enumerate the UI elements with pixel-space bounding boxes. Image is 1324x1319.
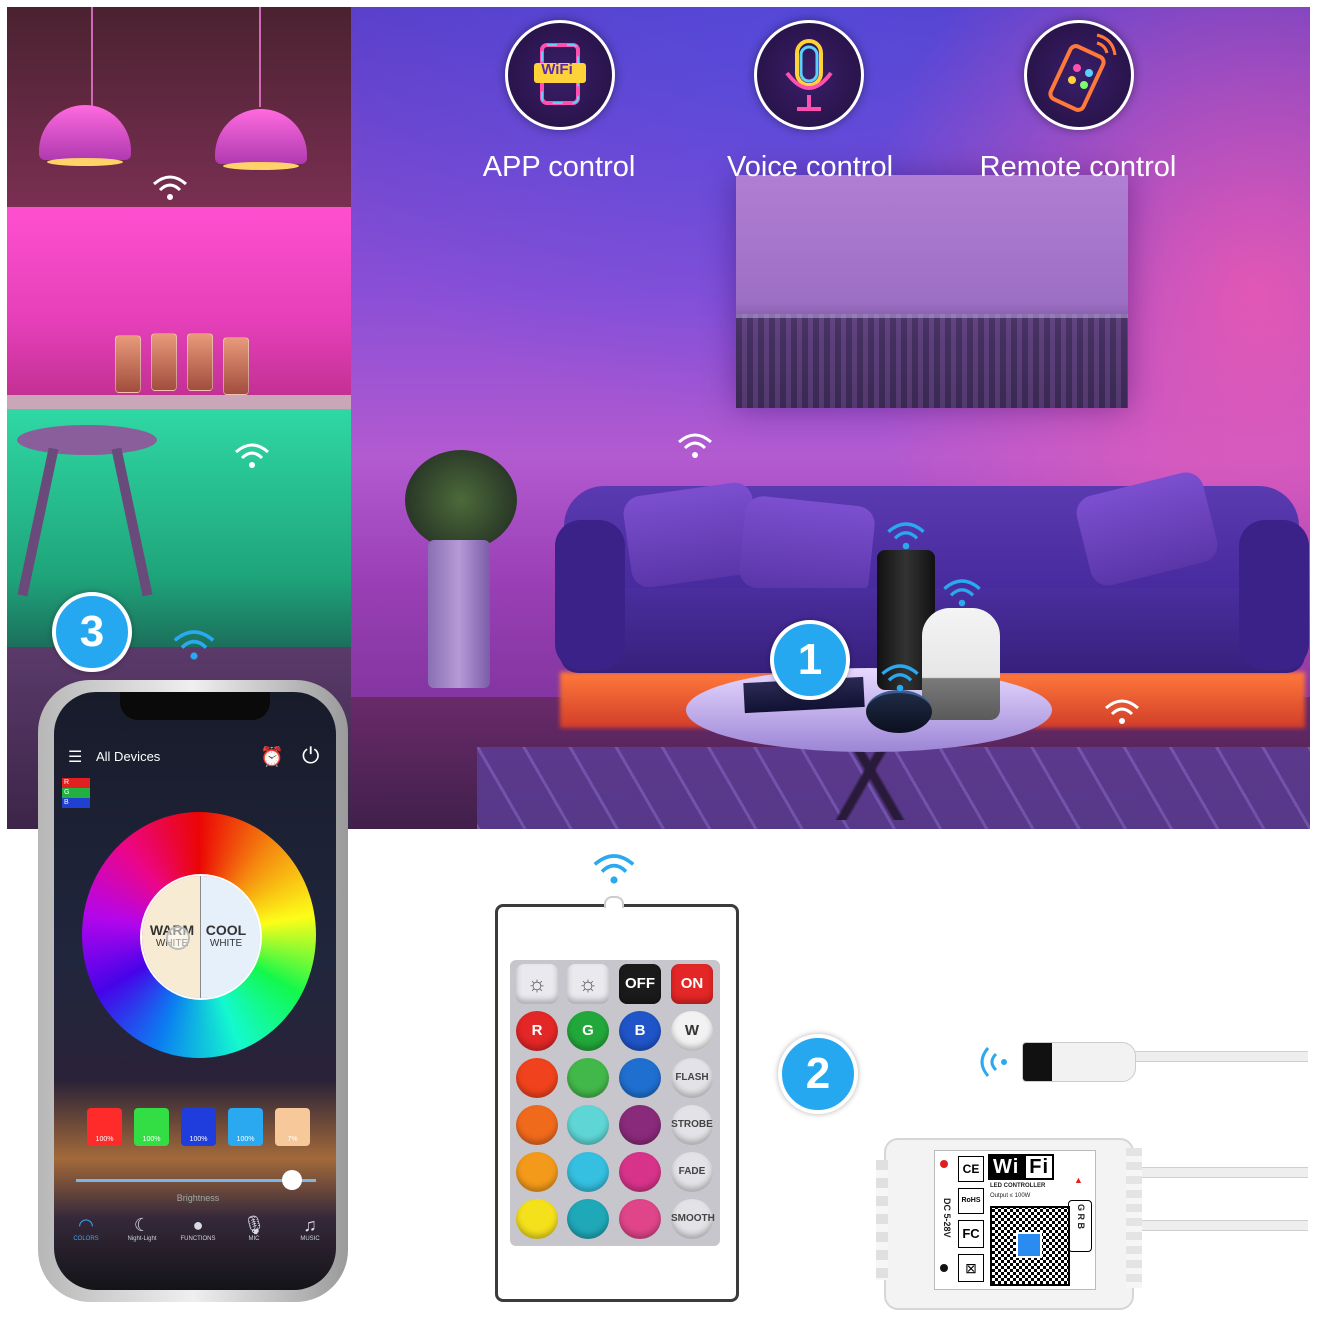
tab-mic[interactable]: 🎙 MIC xyxy=(228,1214,280,1242)
mode-button-fade[interactable]: FADE xyxy=(671,1152,713,1192)
swatch-percent: 100% xyxy=(189,1136,208,1143)
tab-music[interactable]: ♫ MUSIC xyxy=(284,1214,336,1242)
tab-night-light[interactable]: ☾ Night-Light xyxy=(116,1214,168,1242)
plant xyxy=(405,450,517,550)
brightness-slider[interactable] xyxy=(76,1179,316,1182)
mic-icon: 🎙 xyxy=(242,1215,266,1235)
tab-label: Night-Light xyxy=(127,1236,157,1242)
remote-control-icon xyxy=(1024,20,1134,130)
color-preset-button[interactable] xyxy=(619,1058,661,1098)
wifi-icon xyxy=(675,430,715,466)
bar-stool xyxy=(17,425,157,455)
step-badge-3: 3 xyxy=(52,592,132,672)
color-button-r[interactable]: R xyxy=(516,1011,558,1051)
cool-label: COOL xyxy=(205,922,247,938)
color-preset-button[interactable] xyxy=(516,1199,558,1239)
color-preset-button[interactable] xyxy=(516,1105,558,1145)
color-button-b[interactable]: B xyxy=(619,1011,661,1051)
music-note-icon: ♫ xyxy=(303,1215,317,1235)
tab-functions[interactable]: ● FUNCTIONS xyxy=(172,1214,224,1242)
fcc-mark: FC xyxy=(958,1220,984,1248)
color-preset-button[interactable] xyxy=(567,1199,609,1239)
controller-output: Output ≤ 100W xyxy=(990,1193,1031,1199)
tab-label: MUSIC xyxy=(300,1236,320,1242)
color-preset-button[interactable] xyxy=(516,1058,558,1098)
swatch-percent: 100% xyxy=(236,1136,255,1143)
app-header: ☰ All Devices ⏰ ⏻ xyxy=(68,743,328,771)
alarm-clock-icon[interactable]: ⏰ xyxy=(260,745,284,769)
cool-sub-label: WHITE xyxy=(209,938,243,949)
wifi-icon xyxy=(1102,696,1142,732)
pin-label: G R B xyxy=(1076,1204,1086,1230)
color-button-g[interactable]: G xyxy=(567,1011,609,1051)
mode-button-flash[interactable]: FLASH xyxy=(671,1058,713,1098)
feature-label-voice: Voice control xyxy=(726,151,894,183)
colors-icon: ◠ xyxy=(78,1215,94,1235)
swatch-percent: 7% xyxy=(287,1136,298,1143)
weee-icon: ⊠ xyxy=(958,1254,984,1282)
color-button-w[interactable]: W xyxy=(671,1011,713,1051)
mode-button-strobe[interactable]: STROBE xyxy=(671,1105,713,1145)
wifi-icon xyxy=(232,440,272,476)
brightness-up-button[interactable]: ☼ xyxy=(567,964,609,1004)
product-image: WiFi APP control Voice control Remote co… xyxy=(0,0,1324,1319)
mode-button-smooth[interactable]: SMOOTH xyxy=(671,1199,715,1239)
color-preset-button[interactable] xyxy=(516,1152,558,1192)
swatch-percent: 100% xyxy=(95,1136,114,1143)
ce-mark: CE xyxy=(958,1156,984,1182)
color-preset-button[interactable] xyxy=(567,1105,609,1145)
wifi-icon xyxy=(884,518,928,558)
color-picker-crosshair-icon xyxy=(166,926,190,950)
color-preset-button[interactable] xyxy=(619,1199,661,1239)
color-preset-button[interactable] xyxy=(619,1152,661,1192)
wifi-icon xyxy=(170,626,218,668)
rohs-mark: RoHS xyxy=(958,1188,984,1214)
color-preset-button[interactable] xyxy=(567,1058,609,1098)
app-control-icon-text: WiFi xyxy=(541,61,573,78)
moon-icon: ☾ xyxy=(133,1215,151,1235)
cable xyxy=(1132,1051,1308,1062)
controller-title: LED CONTROLLER xyxy=(990,1183,1046,1189)
tab-label: COLORS xyxy=(73,1236,99,1242)
wifi-icon xyxy=(150,172,190,208)
wifi-logo: Wi Fi xyxy=(988,1154,1055,1180)
bottom-tab-bar: ◠ COLORS ☾ Night-Light ● FUNCTIONS 🎙 MIC ♫ MUSIC xyxy=(60,1214,330,1254)
wifi-icon xyxy=(878,660,922,700)
power-icon[interactable]: ⏻ xyxy=(302,743,319,769)
brightness-down-button[interactable]: ☼ xyxy=(516,964,558,1004)
functions-icon: ● xyxy=(192,1215,204,1235)
smart-speaker-home xyxy=(922,608,1000,720)
tab-label: MIC xyxy=(248,1236,260,1242)
on-button[interactable]: ON xyxy=(671,964,713,1004)
button-icon xyxy=(940,1264,948,1272)
off-button[interactable]: OFF xyxy=(619,964,661,1004)
wifi-icon xyxy=(940,575,984,615)
color-preset-button[interactable] xyxy=(619,1105,661,1145)
menu-list-icon[interactable]: ☰ xyxy=(68,747,82,767)
rgb-legend: R G B xyxy=(62,778,90,808)
ir-receiver xyxy=(1022,1042,1136,1082)
voltage-label: DC 5-28V xyxy=(942,1198,952,1238)
step-badge-2: 2 xyxy=(778,1034,858,1114)
microphone-icon xyxy=(754,20,864,130)
wall-painting xyxy=(736,175,1128,408)
swatch-percent: 100% xyxy=(142,1136,161,1143)
tab-colors[interactable]: ◠ COLORS xyxy=(60,1214,112,1242)
tab-label: FUNCTIONS xyxy=(180,1236,216,1242)
feature-label-remote: Remote control xyxy=(979,151,1177,183)
header-title: All Devices xyxy=(96,749,161,764)
arrow-icon: ▲ xyxy=(1074,1175,1083,1185)
color-preset-button[interactable] xyxy=(567,1152,609,1192)
power-led-icon xyxy=(940,1160,948,1168)
brightness-slider-knob[interactable] xyxy=(282,1170,302,1190)
wifi-icon xyxy=(590,850,638,892)
step-badge-1: 1 xyxy=(770,620,850,700)
brightness-label: Brightness xyxy=(176,1193,220,1203)
feature-label-app: APP control xyxy=(482,151,636,183)
wifi-signal-icon xyxy=(970,1040,1014,1090)
